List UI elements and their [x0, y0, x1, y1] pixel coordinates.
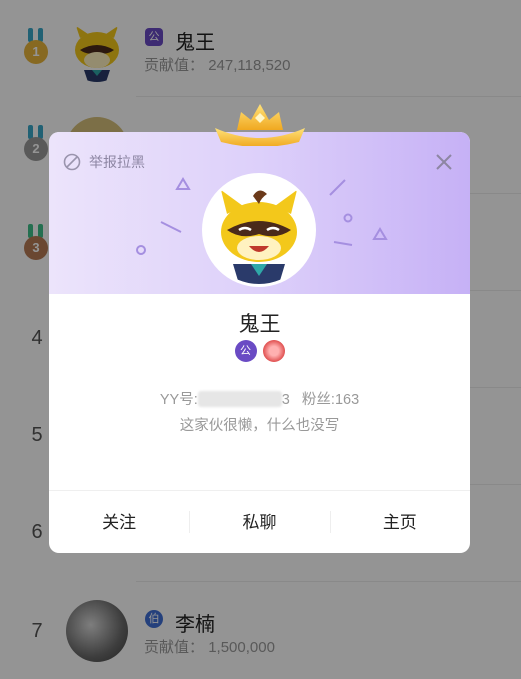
- fan-badge-icon: [262, 340, 285, 362]
- profile-name: 鬼王: [238, 313, 281, 336]
- homepage-button[interactable]: 主页: [329, 491, 470, 554]
- profile-avatar[interactable]: [205, 176, 313, 284]
- profile-actions: 关注 私聊 主页: [49, 490, 470, 554]
- profile-signature: 这家伙很懒，什么也没写: [179, 418, 340, 434]
- profile-card: 举报拉黑 鬼王 公 YY号: 3 粉丝:163 这家伙很懒，什么也没写 关注 私…: [49, 104, 470, 554]
- noble-badge: 公: [234, 340, 257, 362]
- follow-button[interactable]: 关注: [49, 491, 189, 554]
- crown-icon: [215, 104, 305, 146]
- profile-badges: 公: [49, 340, 470, 362]
- yy-id-masked: [197, 391, 282, 407]
- yy-id-line: YY号: 3 粉丝:163: [159, 391, 360, 408]
- private-chat-button[interactable]: 私聊: [189, 491, 329, 554]
- profile-card-header: 举报拉黑: [49, 132, 470, 294]
